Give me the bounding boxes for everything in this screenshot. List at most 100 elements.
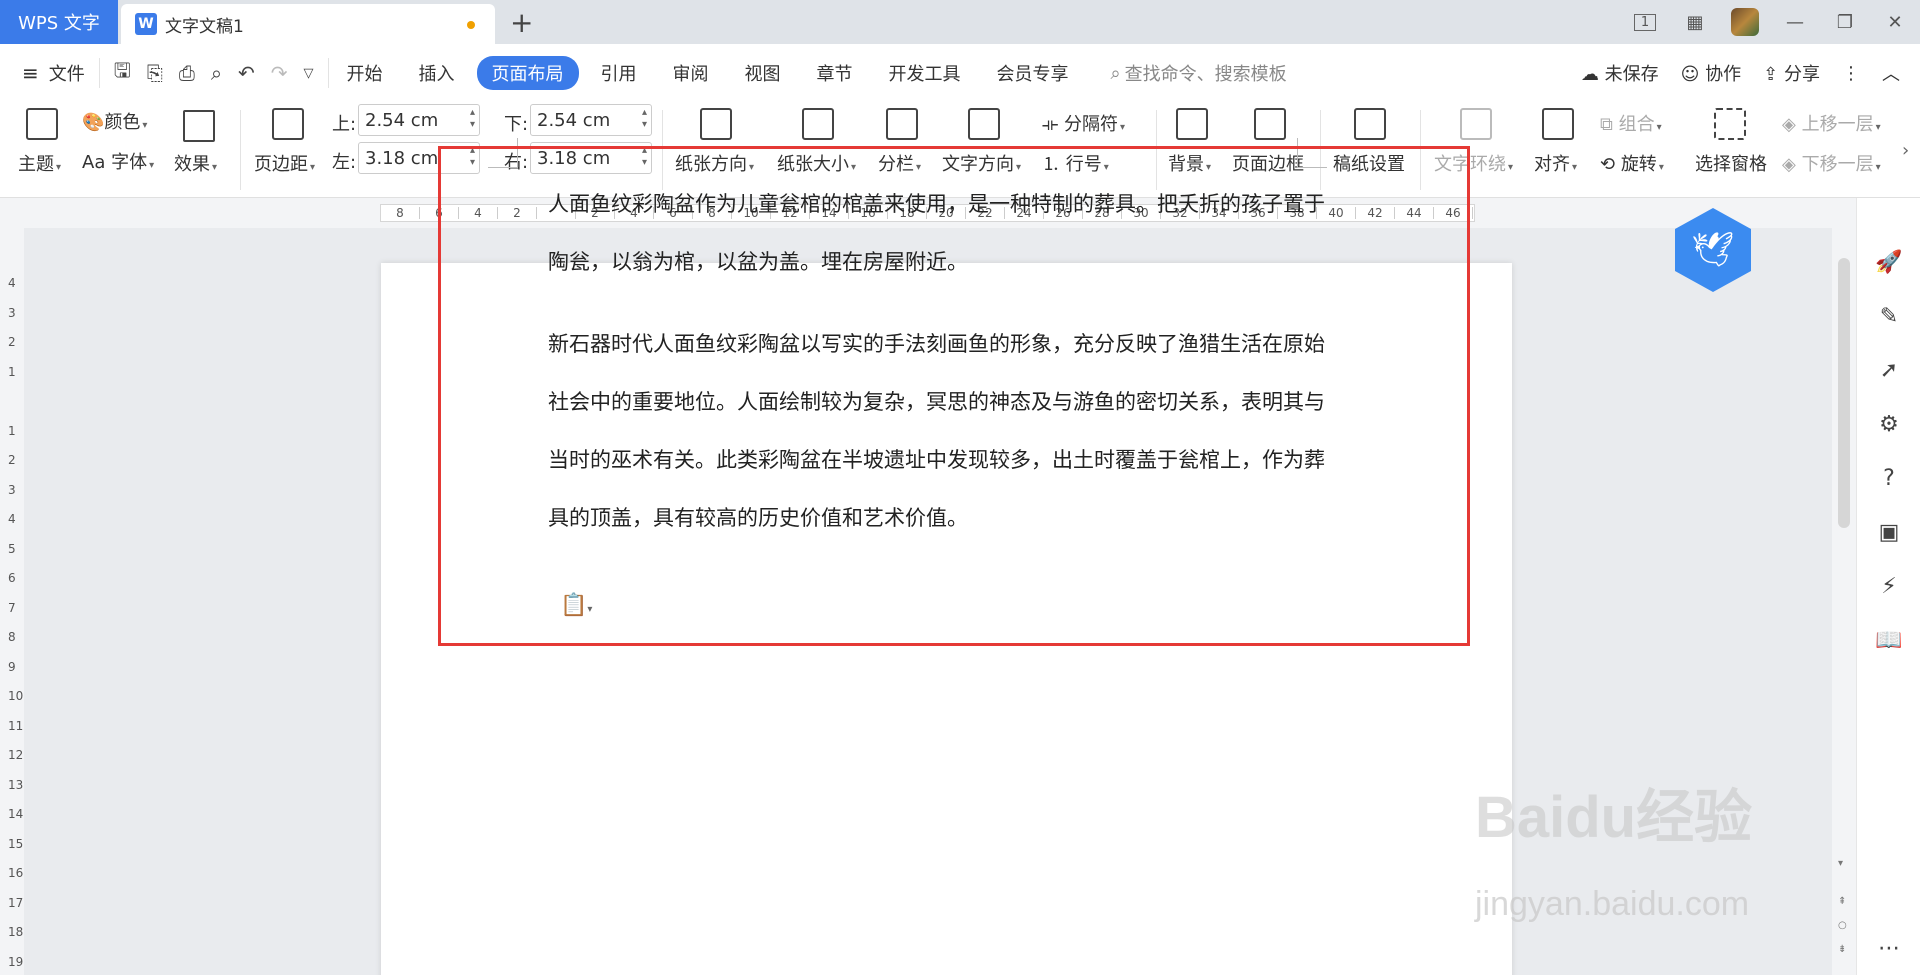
rotate-button[interactable]: ⟲ 旋转 ▾ (1600, 150, 1664, 176)
book-icon[interactable]: 📖 (1875, 628, 1903, 656)
scrollbar-thumb[interactable] (1838, 258, 1850, 528)
new-tab-button[interactable]: + (510, 6, 533, 39)
prev-page-icon[interactable]: ⇞ (1838, 896, 1846, 907)
minimize-icon[interactable]: — (1770, 0, 1820, 44)
tab-home[interactable]: 开始 (329, 60, 401, 86)
print-preview-icon[interactable]: ⌕ (211, 61, 222, 85)
vruler-tick-label: 2 (8, 335, 16, 349)
color-button[interactable]: 🎨颜色 ▾ (82, 108, 147, 134)
vruler-tick-label: 2 (8, 453, 16, 467)
background-icon[interactable] (1176, 108, 1208, 140)
share-button[interactable]: ⇪ 分享 (1763, 60, 1820, 86)
orientation-icon[interactable] (700, 108, 732, 140)
settings-sliders-icon[interactable]: ⚙ (1875, 412, 1903, 440)
tab-member[interactable]: 会员专享 (979, 60, 1087, 86)
page-view-icon[interactable]: 1 (1620, 0, 1670, 44)
page-indicator: 1 (1633, 13, 1657, 31)
undo-icon[interactable]: ↶ (238, 61, 255, 85)
effect-button[interactable]: 效果 ▾ (174, 150, 217, 176)
user-icon: ☺ (1680, 64, 1700, 85)
scroll-down-icon[interactable]: ▾ (1838, 858, 1843, 869)
breaks-icon: ⟛ (1042, 114, 1065, 135)
bottom-margin-input[interactable]: 2.54 cm (530, 104, 652, 136)
close-icon[interactable]: ✕ (1870, 0, 1920, 44)
group-label: 组合 (1618, 114, 1655, 135)
print-icon[interactable]: ⎙ (179, 61, 195, 85)
vruler-tick-label: 18 (8, 925, 24, 939)
customize-dropdown-icon[interactable]: ▽ (304, 66, 314, 81)
image-icon[interactable]: ▣ (1875, 520, 1903, 548)
effect-icon[interactable] (183, 110, 215, 142)
restore-icon[interactable]: ❐ (1820, 0, 1870, 44)
document-tab[interactable]: W 文字文稿1 (121, 4, 495, 44)
select-browse-icon[interactable]: ○ (1838, 920, 1847, 931)
group-icon: ⧉ (1600, 114, 1619, 135)
tab-review[interactable]: 审阅 (655, 60, 727, 86)
tab-developer[interactable]: 开发工具 (871, 60, 979, 86)
paper-size-icon[interactable] (802, 108, 834, 140)
margins-icon[interactable] (272, 108, 304, 140)
file-menu[interactable]: ≡ 文件 (0, 60, 99, 86)
align-button[interactable]: 对齐 ▾ (1534, 150, 1577, 176)
watermark-brand: Baidu经验 (1475, 785, 1753, 850)
app-tab[interactable]: WPS 文字 (0, 0, 118, 44)
send-backward-icon: ◈ (1782, 154, 1802, 175)
page-border-icon[interactable] (1254, 108, 1286, 140)
vruler-tick-label: 9 (8, 659, 16, 674)
top-margin-input[interactable]: 2.54 cm (358, 104, 480, 136)
left-margin-label: 左: (332, 152, 357, 173)
search-icon: ⌕ (1110, 62, 1121, 84)
avatar[interactable] (1731, 8, 1759, 36)
more-icon[interactable]: ⋮ (1842, 63, 1860, 84)
next-page-icon[interactable]: ⇟ (1838, 944, 1846, 955)
lightning-icon[interactable]: ⚡ (1875, 574, 1903, 602)
tab-insert[interactable]: 插入 (401, 60, 473, 86)
theme-button[interactable]: 主题 ▾ (18, 150, 61, 176)
annotation-highlight-box (438, 146, 1470, 646)
redo-icon[interactable]: ↷ (271, 61, 288, 85)
more-options-icon[interactable]: ⋯ (1875, 936, 1903, 964)
collaborate-button[interactable]: ☺ 协作 (1681, 60, 1742, 86)
grid-apps-icon[interactable]: ▦ (1670, 0, 1720, 44)
document-tab-title: 文字文稿1 (165, 16, 244, 37)
tab-sections[interactable]: 章节 (799, 60, 871, 86)
selection-pane-icon[interactable] (1714, 108, 1746, 140)
ribbon-scroll-right-icon[interactable]: › (1902, 140, 1909, 161)
cursor-icon[interactable]: ➚ (1875, 358, 1903, 386)
vruler-tick-label: 16 (8, 866, 24, 880)
paper-settings-icon[interactable] (1354, 108, 1386, 140)
unsaved-button[interactable]: ☁ 未保存 (1581, 60, 1659, 86)
quick-access-toolbar: 🖫 ⎘ ⎙ ⌕ ↶ ↷ ▽ (98, 56, 329, 90)
theme-icon[interactable] (26, 108, 58, 140)
text-direction-icon[interactable] (968, 108, 1000, 140)
tab-view[interactable]: 视图 (727, 60, 799, 86)
vertical-scrollbar[interactable]: ▾ ⇞ ○ ⇟ (1832, 198, 1856, 975)
align-icon[interactable] (1542, 108, 1574, 140)
font-icon: Aa (82, 152, 112, 173)
window-controls: 1 ▦ — ❐ ✕ (1620, 0, 1920, 44)
vruler-tick-label: 12 (8, 748, 24, 762)
breaks-button[interactable]: ⟛ 分隔符 ▾ (1042, 110, 1125, 136)
file-menu-label: 文件 (48, 64, 85, 85)
tab-page-layout[interactable]: 页面布局 (476, 56, 579, 90)
command-search[interactable]: ⌕ 查找命令、搜索模板 (1111, 60, 1287, 86)
selection-pane-button[interactable]: 选择窗格 (1695, 150, 1767, 176)
help-icon[interactable]: ? (1875, 466, 1903, 494)
paste-options-icon[interactable]: 📋▾ (560, 593, 592, 618)
pen-icon[interactable]: ✎ (1875, 304, 1903, 332)
collapse-ribbon-icon[interactable]: ︿ (1882, 60, 1900, 86)
bottom-margin-label: 下: (504, 114, 529, 135)
tab-references[interactable]: 引用 (583, 60, 655, 86)
share-label: 分享 (1784, 64, 1820, 85)
bring-forward-button: ◈ 上移一层 ▾ (1782, 114, 1881, 135)
columns-icon[interactable] (886, 108, 918, 140)
margins-button[interactable]: 页边距 ▾ (254, 150, 315, 176)
effect-label: 效果 (174, 154, 210, 175)
font-button[interactable]: Aa 字体 ▾ (82, 148, 154, 174)
save-icon[interactable]: 🖫 (114, 56, 131, 90)
unsaved-label: 未保存 (1604, 64, 1659, 85)
margins-label: 页边距 (254, 154, 308, 175)
rocket-icon[interactable]: 🚀 (1875, 250, 1903, 278)
color-label: 颜色 (104, 112, 141, 133)
export-icon[interactable]: ⎘ (147, 61, 163, 85)
